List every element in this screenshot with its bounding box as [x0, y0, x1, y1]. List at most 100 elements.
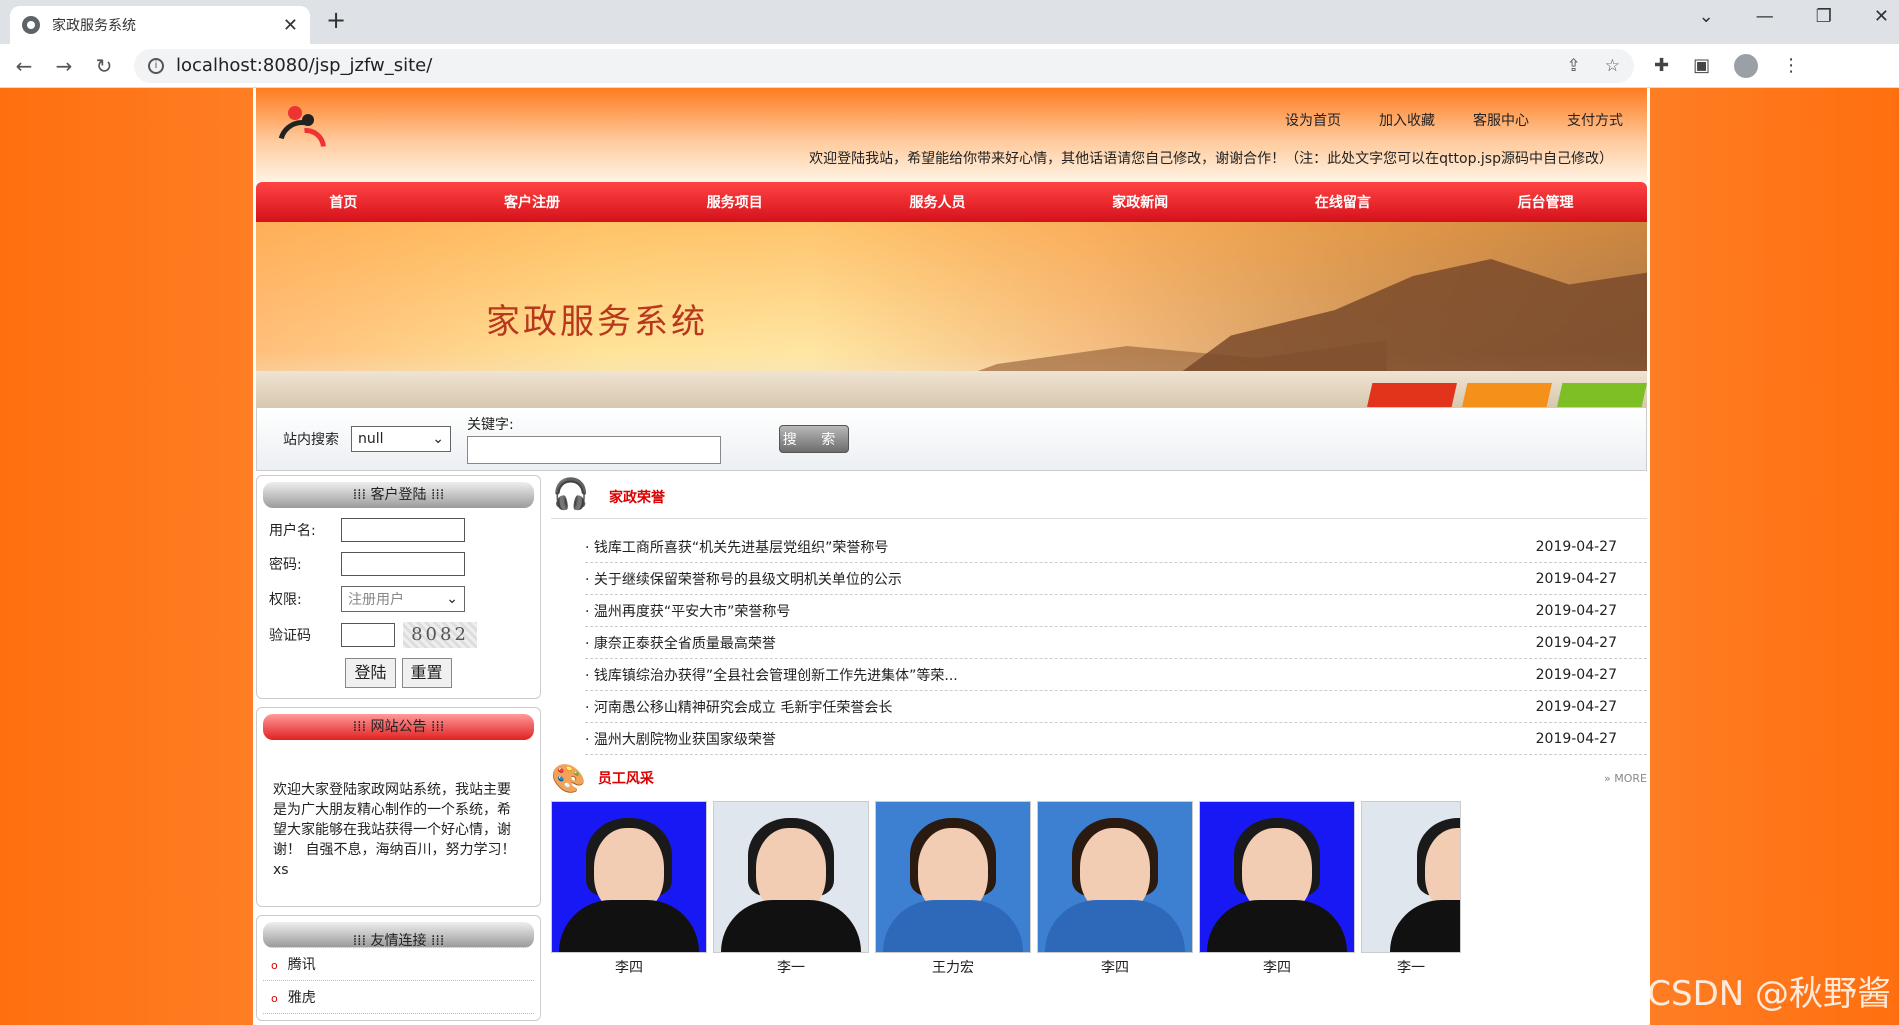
list-item[interactable]: 河南愚公移山精神研究会成立 毛新宇任荣誉会长2019-04-27	[585, 691, 1647, 723]
menu-home[interactable]: 首页	[329, 192, 357, 212]
role-label: 权限:	[269, 592, 302, 608]
staff-title: 员工风采	[597, 771, 654, 787]
restore-icon[interactable]: ❐	[1816, 6, 1832, 27]
forward-icon[interactable]: →	[54, 54, 74, 78]
captcha-input[interactable]	[341, 623, 395, 647]
new-tab-icon[interactable]: +	[326, 6, 346, 34]
tab-list-icon[interactable]: ⌄	[1699, 6, 1714, 27]
window-controls: ⌄ — ❐ ✕	[1699, 6, 1889, 27]
staff-card[interactable]: 李四	[1037, 801, 1193, 977]
banner-chip-orange	[1462, 383, 1552, 407]
main-menu: 首页 客户注册 服务项目 服务人员 家政新闻 在线留言 后台管理	[256, 182, 1647, 222]
list-item[interactable]: 关于继续保留荣誉称号的县级文明机关单位的公示2019-04-27	[585, 563, 1647, 595]
password-input[interactable]	[341, 552, 465, 576]
username-label: 用户名:	[269, 523, 316, 539]
staff-card[interactable]: 李一	[1361, 801, 1461, 977]
list-item[interactable]: 钱库工商所喜获“机关先进基层党组织”荣誉称号2019-04-27	[585, 531, 1647, 563]
star-icon[interactable]: ☆	[1605, 56, 1620, 76]
menu-admin[interactable]: 后台管理	[1518, 192, 1574, 212]
watermark: CSDN @秋野酱	[1647, 974, 1891, 1014]
menu-register[interactable]: 客户注册	[504, 192, 560, 212]
url-text[interactable]: localhost:8080/jsp_jzfw_site/	[176, 55, 1555, 76]
captcha-image[interactable]: 8082	[403, 622, 477, 648]
staff-card[interactable]: 李一	[713, 801, 869, 977]
keyword-input[interactable]	[467, 436, 721, 464]
notice-box: ⁞⁞⁞ 网站公告 ⁞⁞⁞ 欢迎大家登陆家政网站系统，我站主要是为广大朋友精心制作…	[256, 707, 541, 907]
site-header: 设为首页 加入收藏 客服中心 支付方式 欢迎登陆我站，希望能给你带来好心情，其他…	[256, 88, 1647, 182]
customer-service-link[interactable]: 客服中心	[1473, 110, 1529, 130]
menu-staff[interactable]: 服务人员	[909, 192, 965, 212]
staff-card[interactable]: 李四	[1199, 801, 1355, 977]
list-item[interactable]: 温州再度获“平安大市”荣誉称号2019-04-27	[585, 595, 1647, 627]
profile-avatar[interactable]	[1734, 53, 1759, 78]
tab-title: 家政服务系统	[52, 18, 136, 34]
menu-messages[interactable]: 在线留言	[1315, 192, 1371, 212]
close-window-icon[interactable]: ✕	[1874, 6, 1889, 27]
page-viewport: 设为首页 加入收藏 客服中心 支付方式 欢迎登陆我站，希望能给你带来好心情，其他…	[0, 88, 1899, 1025]
browser-tab[interactable]: 家政服务系统 ✕	[10, 6, 310, 44]
globe-icon	[22, 16, 40, 34]
staff-name: 王力宏	[932, 960, 974, 976]
share-icon[interactable]: ⇪	[1567, 56, 1581, 76]
bullet-icon: o	[271, 959, 278, 972]
staff-photo[interactable]	[713, 801, 869, 953]
omnibox[interactable]: i localhost:8080/jsp_jzfw_site/ ⇪ ☆	[134, 48, 1634, 83]
search-category-select[interactable]: null ⌄	[351, 426, 451, 452]
staff-photo[interactable]	[1037, 801, 1193, 953]
notice-header: ⁞⁞⁞ 网站公告 ⁞⁞⁞	[263, 714, 534, 740]
set-homepage-link[interactable]: 设为首页	[1285, 110, 1341, 130]
paint-icon: 🎨	[551, 761, 586, 795]
menu-services[interactable]: 服务项目	[707, 192, 763, 212]
close-tab-icon[interactable]: ✕	[283, 15, 298, 36]
banner: 家政服务系统	[256, 222, 1647, 407]
captcha-label: 验证码	[269, 628, 311, 644]
minimize-icon[interactable]: —	[1756, 6, 1774, 27]
list-item[interactable]: 钱库镇综治办获得”全县社会管理创新工作先进集体”等荣...2019-04-27	[585, 659, 1647, 691]
staff-photo[interactable]	[875, 801, 1031, 953]
menu-icon[interactable]: ⋮	[1782, 55, 1800, 76]
browser-tabbar: 家政服务系统 ✕ + ⌄ — ❐ ✕	[0, 0, 1899, 44]
banner-chip-red	[1367, 383, 1457, 407]
login-box: ⁞⁞⁞ 客户登陆 ⁞⁞⁞ 用户名: 密码: 权限: 注册用户 ⌄ 验证码 8082…	[256, 475, 541, 699]
staff-name: 李四	[1263, 960, 1291, 976]
site-container: 设为首页 加入收藏 客服中心 支付方式 欢迎登陆我站，希望能给你带来好心情，其他…	[253, 88, 1650, 1025]
honor-header: 🎧 家政荣誉	[551, 475, 1647, 519]
staff-photo[interactable]	[1361, 801, 1461, 953]
chevron-down-icon: ⌄	[432, 431, 444, 447]
password-label: 密码:	[269, 557, 302, 573]
add-favorite-link[interactable]: 加入收藏	[1379, 110, 1435, 130]
friend-links-header: ⁞⁞⁞ 友情连接 ⁞⁞⁞	[263, 922, 534, 949]
left-column: ⁞⁞⁞ 客户登陆 ⁞⁞⁞ 用户名: 密码: 权限: 注册用户 ⌄ 验证码 8082…	[256, 475, 541, 1021]
friend-links-box: ⁞⁞⁞ 友情连接 ⁞⁞⁞ o 腾讯 o 雅虎	[256, 915, 541, 1021]
friend-link-item[interactable]: o 雅虎	[263, 981, 534, 1014]
staff-photo[interactable]	[1199, 801, 1355, 953]
login-header: ⁞⁞⁞ 客户登陆 ⁞⁞⁞	[263, 482, 534, 508]
back-icon[interactable]: ←	[14, 54, 34, 78]
search-button[interactable]: 搜 索	[779, 425, 849, 453]
address-bar: ← → ↻ i localhost:8080/jsp_jzfw_site/ ⇪ …	[0, 44, 1899, 88]
payment-link[interactable]: 支付方式	[1567, 110, 1623, 130]
staff-card[interactable]: 李四	[551, 801, 707, 977]
banner-title: 家政服务系统	[486, 302, 708, 342]
list-item[interactable]: 温州大剧院物业获国家级荣誉2019-04-27	[585, 723, 1647, 755]
staff-gallery: 李四 李一 王力宏 李四 李四 李一	[551, 801, 1647, 977]
reset-button[interactable]: 重置	[401, 658, 452, 688]
role-select[interactable]: 注册用户 ⌄	[341, 586, 465, 612]
info-icon[interactable]: i	[148, 57, 164, 74]
menu-news[interactable]: 家政新闻	[1112, 192, 1168, 212]
staff-name: 李四	[1101, 960, 1129, 976]
username-input[interactable]	[341, 518, 465, 542]
list-item[interactable]: 康奈正泰获全省质量最高荣誉2019-04-27	[585, 627, 1647, 659]
side-panel-icon[interactable]: ▣	[1693, 55, 1710, 76]
notice-text: 欢迎大家登陆家政网站系统，我站主要是为广大朋友精心制作的一个系统，希望大家能够在…	[273, 782, 516, 878]
reload-icon[interactable]: ↻	[94, 54, 114, 78]
right-column: 🎧 家政荣誉 钱库工商所喜获“机关先进基层党组织”荣誉称号2019-04-27 …	[551, 475, 1647, 1021]
staff-photo[interactable]	[551, 801, 707, 953]
top-links: 设为首页 加入收藏 客服中心 支付方式	[1285, 110, 1623, 130]
extensions-icon[interactable]: ✚	[1654, 55, 1669, 76]
more-link[interactable]: » MORE	[1604, 772, 1647, 785]
login-button[interactable]: 登陆	[345, 658, 396, 688]
staff-name: 李四	[615, 960, 643, 976]
main-content: ⁞⁞⁞ 客户登陆 ⁞⁞⁞ 用户名: 密码: 权限: 注册用户 ⌄ 验证码 8082…	[256, 471, 1647, 1021]
staff-card[interactable]: 王力宏	[875, 801, 1031, 977]
